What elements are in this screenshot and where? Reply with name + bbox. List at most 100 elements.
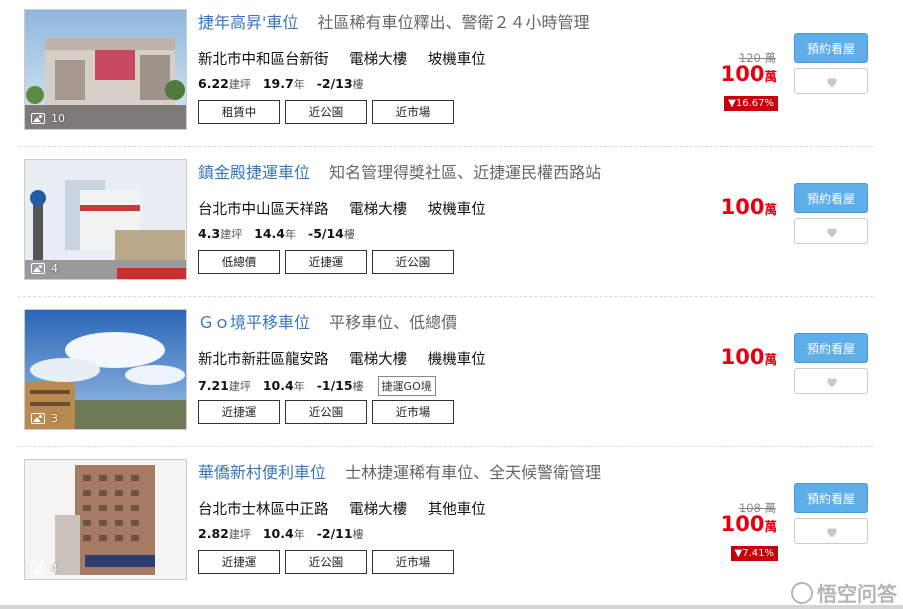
book-viewing-button[interactable]: 預約看屋 [794, 483, 868, 513]
community-tag: 捷運GO境 [377, 376, 436, 396]
heart-icon [827, 528, 837, 538]
picture-icon [31, 413, 45, 424]
favorite-button[interactable] [794, 218, 868, 244]
listing-card: 10 捷年高昇'車位 社區稀有車位釋出、警衛２４小時管理 新北市中和區台新街 電… [0, 0, 903, 150]
watermark: 悟空问答 [791, 578, 897, 607]
parking-type: 坡機車位 [427, 52, 486, 68]
age-unit: 年 [293, 528, 305, 541]
floor-value: -2/13 [316, 76, 353, 91]
favorite-button[interactable] [794, 68, 868, 94]
price-unit: 萬 [764, 69, 777, 84]
price-drop-badge: ▼7.41% [730, 546, 778, 561]
age-unit: 年 [285, 228, 296, 241]
listing-address: 新北市中和區台新街 [198, 52, 329, 68]
parking-type: 機機車位 [427, 352, 486, 368]
photo-count: 10 [31, 112, 65, 125]
book-viewing-button[interactable]: 預約看屋 [794, 33, 868, 63]
feature-tag: 近捷運 [198, 550, 280, 574]
listing-title-row: Ｇｏ境平移車位 平移車位、低總價 [198, 309, 457, 333]
favorite-button[interactable] [794, 368, 868, 394]
picture-icon [31, 263, 45, 274]
listing-photo[interactable]: 4 [24, 159, 187, 280]
photo-count: 3 [31, 412, 58, 425]
divider [18, 446, 873, 447]
listing-stats: 4.3建坪 14.4年 -5/14樓 [198, 226, 367, 242]
area-value: 7.21 [198, 378, 229, 393]
area-unit: 建坪 [228, 528, 251, 541]
listing-stats: 2.82建坪 10.4年 -2/11樓 [198, 526, 376, 542]
price-value: 100 [720, 195, 765, 219]
listing-card: 3 Ｇｏ境平移車位 平移車位、低總價 新北市新莊區龍安路 電梯大樓 機機車位 7… [0, 300, 903, 450]
feature-tag: 近市場 [372, 400, 454, 424]
age-value: 14.4 [254, 226, 285, 241]
divider [18, 296, 873, 297]
heart-icon [827, 378, 837, 388]
listing-title-row: 華僑新村便利車位 士林捷運稀有車位、全天候警衛管理 [198, 459, 601, 483]
floor-value: -5/14 [308, 226, 344, 241]
feature-tag: 近公園 [285, 400, 367, 424]
watermark-logo-icon [791, 581, 813, 604]
floor-unit: 樓 [352, 78, 364, 91]
area-value: 4.3 [198, 226, 221, 241]
floor-value: -1/15 [316, 378, 353, 393]
floor-unit: 樓 [352, 528, 364, 541]
listing-stats: 6.22建坪 19.7年 -2/13樓 [198, 76, 376, 92]
area-value: 2.82 [198, 526, 229, 541]
age-value: 10.4 [262, 378, 294, 393]
listing-address-row: 新北市新莊區龍安路 電梯大樓 機機車位 [198, 348, 502, 369]
listing-description: 知名管理得獎社區、近捷運民權西路站 [329, 163, 602, 182]
price-unit: 萬 [764, 352, 777, 367]
listing-title-link[interactable]: 鎮金殿捷運車位 [198, 163, 310, 182]
price-unit: 萬 [764, 202, 777, 217]
feature-tags: 租賃中 近公園 近市場 [198, 100, 459, 124]
listing-title-link[interactable]: Ｇｏ境平移車位 [198, 313, 310, 332]
favorite-button[interactable] [794, 518, 868, 544]
picture-icon [31, 113, 45, 124]
feature-tag: 近捷運 [285, 250, 367, 274]
area-unit: 建坪 [228, 380, 251, 393]
listing-photo[interactable]: 4 [24, 459, 187, 580]
parking-type: 坡機車位 [427, 202, 486, 218]
price-unit: 萬 [764, 519, 777, 534]
feature-tag: 近公園 [372, 250, 454, 274]
building-type: 電梯大樓 [349, 202, 408, 218]
listing-description: 士林捷運稀有車位、全天候警衛管理 [345, 463, 602, 482]
listing-price: 100萬 [721, 512, 777, 536]
price-value: 100 [720, 512, 765, 536]
heart-icon [827, 78, 837, 88]
listing-price: 100萬 [721, 345, 777, 369]
area-unit: 建坪 [220, 228, 243, 241]
floor-unit: 樓 [343, 228, 355, 241]
feature-tags: 近捷運 近公園 近市場 [198, 400, 459, 424]
listing-title-row: 鎮金殿捷運車位 知名管理得獎社區、近捷運民權西路站 [198, 159, 601, 183]
watermark-text: 悟空问答 [817, 582, 897, 606]
listing-title-link[interactable]: 捷年高昇'車位 [198, 13, 298, 32]
age-unit: 年 [293, 380, 305, 393]
listing-address: 台北市中山區天祥路 [198, 202, 329, 218]
listing-address-row: 台北市士林區中正路 電梯大樓 其他車位 [198, 498, 502, 519]
feature-tag: 近市場 [372, 550, 454, 574]
book-viewing-button[interactable]: 預約看屋 [794, 183, 868, 213]
floor-unit: 樓 [352, 380, 364, 393]
listing-photo[interactable]: 10 [24, 9, 187, 130]
listing-description: 社區稀有車位釋出、警衛２４小時管理 [317, 13, 590, 32]
listing-stats: 7.21建坪 10.4年 -1/15樓 捷運GO境 [198, 376, 436, 396]
price-drop-badge: ▼16.67% [724, 96, 778, 111]
feature-tag: 近捷運 [198, 400, 280, 424]
heart-icon [827, 228, 837, 238]
book-viewing-button[interactable]: 預約看屋 [794, 333, 868, 363]
area-value: 6.22 [198, 76, 229, 91]
listing-photo[interactable]: 3 [24, 309, 187, 430]
feature-tag: 低總價 [198, 250, 280, 274]
picture-icon [31, 563, 45, 574]
price-value: 100 [720, 345, 765, 369]
parking-type: 其他車位 [427, 502, 486, 518]
listing-title-link[interactable]: 華僑新村便利車位 [198, 463, 326, 482]
building-type: 電梯大樓 [349, 352, 408, 368]
feature-tag: 租賃中 [198, 100, 280, 124]
divider [18, 146, 873, 147]
age-value: 19.7 [262, 76, 294, 91]
building-type: 電梯大樓 [349, 52, 408, 68]
age-unit: 年 [293, 78, 305, 91]
feature-tag: 近公園 [285, 100, 367, 124]
